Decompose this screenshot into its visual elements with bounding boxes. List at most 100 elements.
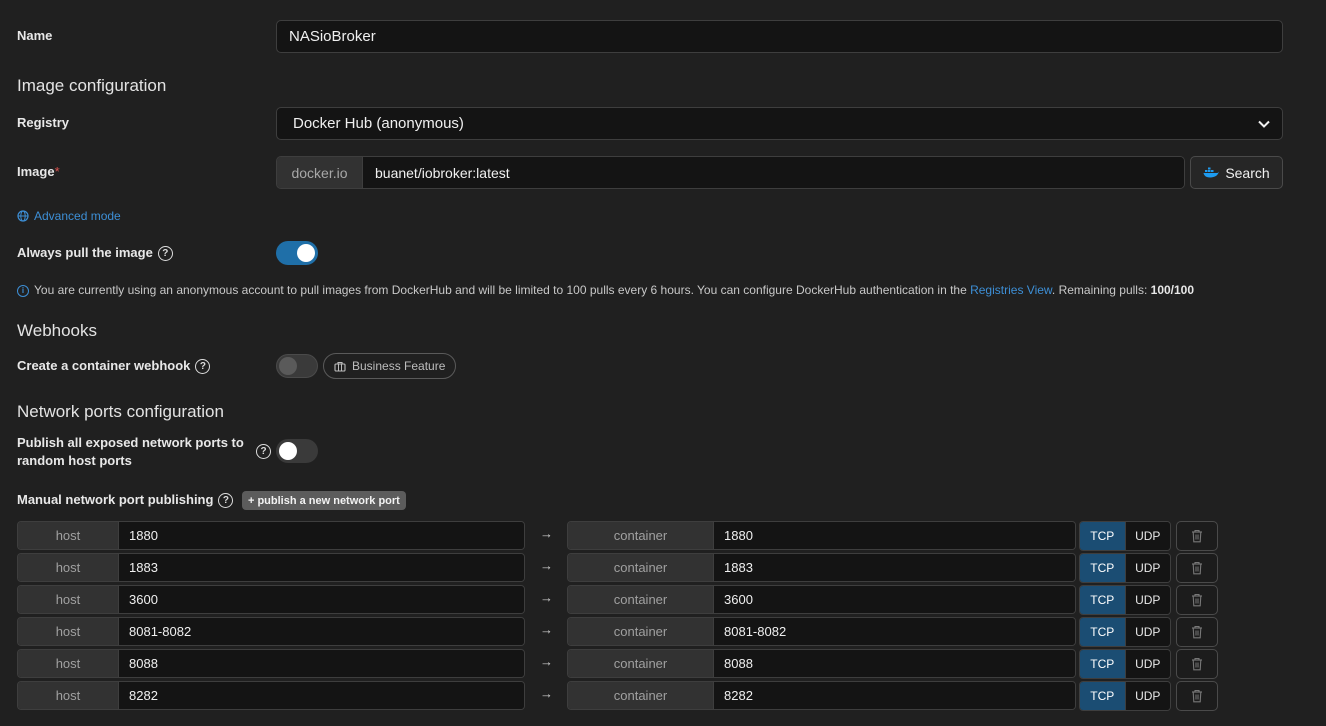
search-button[interactable]: Search <box>1190 156 1283 189</box>
manual-publishing-label: Manual network port publishing? <box>17 492 234 509</box>
arrow-right-icon: → <box>540 622 553 637</box>
container-port-group: container 1883 <box>567 553 1076 582</box>
image-label: Image* <box>17 164 60 179</box>
trash-icon <box>1192 625 1202 639</box>
container-port-input[interactable]: 1883 <box>714 554 1075 581</box>
always-pull-toggle[interactable] <box>276 241 318 265</box>
container-port-input[interactable]: 8282 <box>714 682 1075 709</box>
host-port-group: host 1883 <box>17 553 525 582</box>
publish-all-toggle[interactable] <box>276 439 318 463</box>
container-addon: container <box>568 554 714 581</box>
help-icon[interactable]: ? <box>218 493 234 509</box>
publish-new-port-button[interactable]: + publish a new network port <box>242 491 406 510</box>
udp-button[interactable]: UDP <box>1124 522 1170 550</box>
container-port-input[interactable]: 3600 <box>714 586 1075 613</box>
container-port-group: container 8088 <box>567 649 1076 678</box>
advanced-mode-link[interactable]: Advanced mode <box>17 209 121 223</box>
help-icon[interactable]: ? <box>195 359 211 375</box>
always-pull-label: Always pull the image? <box>17 245 173 262</box>
trash-icon <box>1192 529 1202 543</box>
briefcase-icon <box>334 361 346 372</box>
webhooks-heading: Webhooks <box>17 321 98 340</box>
remove-port-button[interactable] <box>1176 521 1218 551</box>
host-port-input[interactable]: 8088 <box>119 650 524 677</box>
tcp-button[interactable]: TCP <box>1080 618 1125 646</box>
udp-button[interactable]: UDP <box>1124 650 1170 678</box>
host-port-group: host 3600 <box>17 585 525 614</box>
info-icon: i <box>17 284 29 297</box>
host-port-group: host 8088 <box>17 649 525 678</box>
host-port-input[interactable]: 1880 <box>119 522 524 549</box>
remaining-pulls: 100/100 <box>1150 283 1195 297</box>
trash-icon <box>1192 689 1202 703</box>
remove-port-button[interactable] <box>1176 553 1218 583</box>
registries-view-link[interactable]: Registries View <box>970 283 1052 297</box>
udp-button[interactable]: UDP <box>1124 618 1170 646</box>
help-icon[interactable]: ? <box>256 444 271 459</box>
webhook-toggle <box>276 354 318 378</box>
toggle-knob <box>279 442 297 460</box>
host-addon: host <box>18 682 119 709</box>
container-addon: container <box>568 682 714 709</box>
search-button-label: Search <box>1225 164 1270 181</box>
trash-icon <box>1192 593 1202 607</box>
help-icon[interactable]: ? <box>157 246 173 262</box>
udp-button[interactable]: UDP <box>1124 682 1170 710</box>
protocol-toggle: TCP UDP <box>1079 521 1171 551</box>
container-port-group: container 8081-8082 <box>567 617 1076 646</box>
container-port-group: container 3600 <box>567 585 1076 614</box>
host-port-group: host 8282 <box>17 681 525 710</box>
container-addon: container <box>568 586 714 613</box>
network-heading: Network ports configuration <box>17 402 224 421</box>
protocol-toggle: TCP UDP <box>1079 553 1171 583</box>
chevron-down-icon <box>1258 120 1270 128</box>
plus-icon: + <box>248 494 255 507</box>
host-port-input[interactable]: 3600 <box>119 586 524 613</box>
name-input[interactable]: NASioBroker <box>276 20 1283 53</box>
protocol-toggle: TCP UDP <box>1079 649 1171 679</box>
name-label: Name <box>17 28 53 43</box>
registry-select[interactable]: Docker Hub (anonymous) <box>276 107 1283 140</box>
arrow-right-icon: → <box>540 526 553 541</box>
udp-button[interactable]: UDP <box>1124 586 1170 614</box>
host-addon: host <box>18 554 119 581</box>
toggle-knob <box>279 357 297 375</box>
container-addon: container <box>568 650 714 677</box>
host-port-group: host 8081-8082 <box>17 617 525 646</box>
host-addon: host <box>18 586 119 613</box>
container-port-input[interactable]: 8088 <box>714 650 1075 677</box>
toggle-knob <box>297 244 315 262</box>
arrow-right-icon: → <box>540 654 553 669</box>
host-port-input[interactable]: 8081-8082 <box>119 618 524 645</box>
remove-port-button[interactable] <box>1176 649 1218 679</box>
image-input-group: docker.io buanet/iobroker:latest <box>276 156 1185 189</box>
tcp-button[interactable]: TCP <box>1080 554 1125 582</box>
protocol-toggle: TCP UDP <box>1079 617 1171 647</box>
registry-label: Registry <box>17 115 70 130</box>
image-config-heading: Image configuration <box>17 76 167 95</box>
trash-icon <box>1192 561 1202 575</box>
container-port-group: container 1880 <box>567 521 1076 550</box>
pull-limit-info: i You are currently using an anonymous ac… <box>17 283 1194 297</box>
protocol-toggle: TCP UDP <box>1079 681 1171 711</box>
container-port-input[interactable]: 8081-8082 <box>714 618 1075 645</box>
host-port-input[interactable]: 1883 <box>119 554 524 581</box>
publish-new-port-label: publish a new network port <box>257 494 400 507</box>
container-addon: container <box>568 522 714 549</box>
host-addon: host <box>18 650 119 677</box>
tcp-button[interactable]: TCP <box>1080 682 1125 710</box>
udp-button[interactable]: UDP <box>1124 554 1170 582</box>
host-port-input[interactable]: 8282 <box>119 682 524 709</box>
image-input[interactable]: buanet/iobroker:latest <box>363 157 1184 188</box>
tcp-button[interactable]: TCP <box>1080 586 1125 614</box>
tcp-button[interactable]: TCP <box>1080 522 1125 550</box>
arrow-right-icon: → <box>540 686 553 701</box>
host-port-group: host 1880 <box>17 521 525 550</box>
remove-port-button[interactable] <box>1176 617 1218 647</box>
required-marker: * <box>54 164 60 179</box>
trash-icon <box>1192 657 1202 671</box>
remove-port-button[interactable] <box>1176 681 1218 711</box>
container-port-input[interactable]: 1880 <box>714 522 1075 549</box>
tcp-button[interactable]: TCP <box>1080 650 1125 678</box>
remove-port-button[interactable] <box>1176 585 1218 615</box>
